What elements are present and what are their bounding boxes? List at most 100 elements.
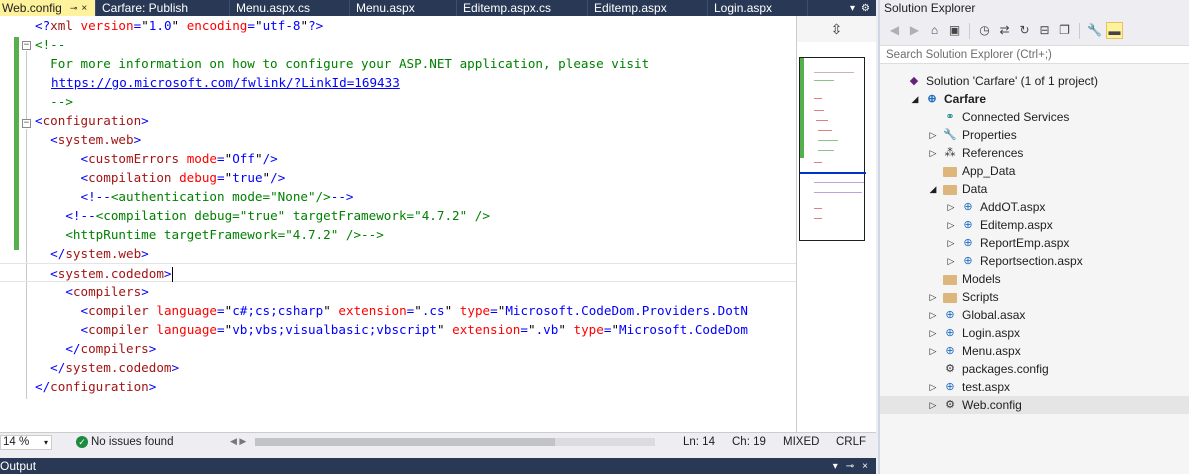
tree-item[interactable]: ▷ ⊕ Login.aspx <box>880 324 1189 342</box>
pin-icon[interactable]: ⊸ <box>846 458 854 474</box>
tree-item[interactable]: ▷ ⁂ References <box>880 144 1189 162</box>
map-viewport[interactable] <box>799 57 866 241</box>
tree-item[interactable]: ◢ Data <box>880 180 1189 198</box>
tab-web-config[interactable]: Web.config ⊸ × <box>0 0 96 16</box>
switch-views-icon[interactable]: ▣ <box>946 22 963 39</box>
toolbar-separator <box>969 22 970 39</box>
tree-item[interactable]: ◆ Solution 'Carfare' (1 of 1 project) <box>880 72 1189 90</box>
tree-item[interactable]: ▷ ⊕ Reportsection.aspx <box>880 252 1189 270</box>
show-all-files-icon[interactable]: ❐ <box>1056 22 1073 39</box>
expand-arrow-icon[interactable]: ▷ <box>928 378 938 396</box>
tree-item[interactable]: ▷ ⊕ Editemp.aspx <box>880 216 1189 234</box>
document-tab-strip: Web.config ⊸ × Carfare: Publish Menu.asp… <box>0 0 876 16</box>
code-map-scrollbar[interactable] <box>796 42 876 432</box>
tree-item[interactable]: ⚙ packages.config <box>880 360 1189 378</box>
expand-arrow-icon[interactable]: ▷ <box>946 234 956 252</box>
tab-editemp-aspx-cs[interactable]: Editemp.aspx.cs <box>457 0 588 16</box>
expand-arrow-icon[interactable]: ▷ <box>928 342 938 360</box>
code-line: <!-- <box>35 37 66 52</box>
expand-arrow-icon[interactable]: ▷ <box>928 126 938 144</box>
pin-icon[interactable]: ⊸ <box>70 1 78 16</box>
expand-arrow-icon[interactable]: ▷ <box>928 144 938 162</box>
tab-label: Editemp.aspx <box>594 0 667 15</box>
output-panel-header[interactable]: Output ▾ ⊸ × <box>0 458 876 474</box>
whitespace-mode[interactable]: MIXED <box>783 436 819 448</box>
tree-item[interactable]: ▷ ⊕ Global.asax <box>880 306 1189 324</box>
aspx-file-icon: ⊕ <box>963 255 973 267</box>
preview-selected-icon[interactable]: ▬ <box>1106 22 1123 39</box>
tree-item-label: Reportsection.aspx <box>980 254 1083 268</box>
expand-arrow-icon[interactable]: ▷ <box>928 288 938 306</box>
tree-item[interactable]: ▷ ⊕ ReportEmp.aspx <box>880 234 1189 252</box>
solution-search-input[interactable]: Search Solution Explorer (Ctrl+;) <box>880 46 1189 64</box>
chevron-down-icon[interactable]: ▾ <box>833 458 838 474</box>
back-icon[interactable]: ◀ <box>886 22 903 39</box>
check-icon: ✓ <box>76 436 88 448</box>
code-line: <httpRuntime targetFramework="4.7.2" />-… <box>35 227 384 242</box>
web-project-icon: ⊕ <box>927 93 937 105</box>
editor-status-bar: 14 % ▾ ✓ No issues found ◀ ▶ Ln: 14 Ch: … <box>0 432 876 452</box>
expand-arrow-icon[interactable]: ▷ <box>946 198 956 216</box>
tab-editemp-aspx[interactable]: Editemp.aspx <box>588 0 708 16</box>
horizontal-scrollbar[interactable] <box>255 438 655 446</box>
tree-item-label: Scripts <box>962 290 999 304</box>
solution-explorer-panel: Solution Explorer ◀ ▶ ⌂ ▣ ◷ ⇄ ↻ ⊟ ❐ 🔧 ▬ … <box>878 0 1189 474</box>
expand-arrow-icon[interactable]: ▷ <box>928 306 938 324</box>
tree-item[interactable]: ▷ ⊕ AddOT.aspx <box>880 198 1189 216</box>
column-number[interactable]: Ch: 19 <box>732 436 766 448</box>
tree-item[interactable]: ▷ ⊕ Menu.aspx <box>880 342 1189 360</box>
issues-status[interactable]: No issues found <box>91 436 173 448</box>
home-icon[interactable]: ⌂ <box>926 22 943 39</box>
ide-window: Web.config ⊸ × Carfare: Publish Menu.asp… <box>0 0 1189 474</box>
tree-item[interactable]: ▷ ⚙ Web.config <box>880 396 1189 414</box>
zoom-value: 14 % <box>3 436 30 448</box>
collapse-all-icon[interactable]: ⊟ <box>1036 22 1053 39</box>
gear-icon[interactable]: ⚙ <box>861 3 870 14</box>
history-icon[interactable]: ◷ <box>976 22 993 39</box>
tab-menu-aspx-cs[interactable]: Menu.aspx.cs <box>230 0 350 16</box>
tree-item[interactable]: ▷ 🔧 Properties <box>880 126 1189 144</box>
line-number[interactable]: Ln: 14 <box>683 436 715 448</box>
tree-item[interactable]: ▷ ⊕ test.aspx <box>880 378 1189 396</box>
properties-wrench-icon[interactable]: 🔧 <box>1086 22 1103 39</box>
scrollbar-thumb[interactable] <box>255 438 555 446</box>
navigate-issues-icon[interactable]: ◀ ▶ <box>230 436 246 447</box>
tree-item-label: Properties <box>962 128 1017 142</box>
tab-carfare-publish[interactable]: Carfare: Publish <box>96 0 230 16</box>
close-icon[interactable]: × <box>81 1 87 16</box>
expand-arrow-icon[interactable]: ▷ <box>946 216 956 234</box>
tree-item-label: test.aspx <box>962 380 1011 394</box>
refresh-icon[interactable]: ↻ <box>1016 22 1033 39</box>
tree-item[interactable]: Models <box>880 270 1189 288</box>
expand-arrow-icon[interactable]: ▷ <box>946 252 956 270</box>
expand-arrow-icon[interactable]: ▷ <box>928 396 938 414</box>
tree-item[interactable]: ⚭ Connected Services <box>880 108 1189 126</box>
expanded-arrow-icon[interactable]: ◢ <box>928 180 938 198</box>
tab-list-dropdown-icon[interactable]: ▾ <box>850 3 855 14</box>
tree-item-label: packages.config <box>962 362 1049 376</box>
tree-item[interactable]: ▷ Scripts <box>880 288 1189 306</box>
line-ending[interactable]: CRLF <box>836 436 866 448</box>
forward-icon[interactable]: ▶ <box>906 22 923 39</box>
close-icon[interactable]: × <box>862 458 868 474</box>
map-caret-line <box>800 172 866 174</box>
tab-menu-aspx[interactable]: Menu.aspx <box>350 0 457 16</box>
sync-icon[interactable]: ⇄ <box>996 22 1013 39</box>
tree-item-label: AddOT.aspx <box>980 200 1046 214</box>
tab-label: Web.config <box>2 0 62 15</box>
expand-arrow-icon[interactable]: ▷ <box>928 324 938 342</box>
tree-item-label: Connected Services <box>962 110 1070 124</box>
config-file-icon: ⚙ <box>945 399 955 411</box>
split-handle-icon[interactable]: ⇳ <box>831 21 843 38</box>
tab-login-aspx[interactable]: Login.aspx <box>708 0 808 16</box>
tree-item[interactable]: ◢ ⊕ Carfare <box>880 90 1189 108</box>
code-line: <!--<compilation debug="true" targetFram… <box>65 208 490 223</box>
fwlink-link[interactable]: https://go.microsoft.com/fwlink/?LinkId=… <box>51 75 400 90</box>
editor-split-bar[interactable]: ⇳ <box>796 16 876 42</box>
code-editor[interactable]: − − <?xml version="1.0" encoding="utf-8"… <box>0 16 796 432</box>
solution-explorer-title: Solution Explorer <box>880 0 1189 16</box>
tree-item[interactable]: App_Data <box>880 162 1189 180</box>
expanded-arrow-icon[interactable]: ◢ <box>910 90 920 108</box>
zoom-dropdown[interactable]: 14 % ▾ <box>0 435 52 450</box>
aspx-file-icon: ⊕ <box>945 345 955 357</box>
